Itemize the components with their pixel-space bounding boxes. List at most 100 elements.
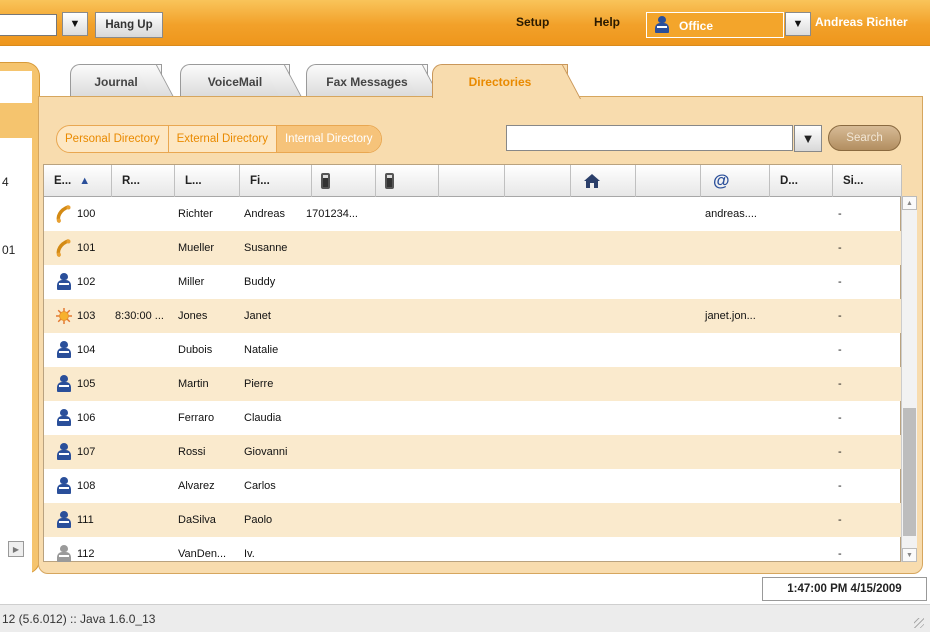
column-header-label: Fi... [250, 175, 270, 187]
resize-grip-icon[interactable] [914, 618, 924, 628]
cell-first: Susanne [244, 242, 288, 254]
directory-table: E... ▲ R... L... Fi... @ D... Si... 100 Richter A… [43, 164, 902, 562]
search-button[interactable]: Search [828, 125, 901, 151]
available-person-icon [57, 443, 71, 461]
cell-ext: 101 [77, 242, 96, 254]
cell-ext: 104 [77, 344, 96, 356]
table-row[interactable]: 101 Mueller Susanne - [44, 231, 902, 265]
cell-ext: 102 [77, 276, 96, 288]
column-header[interactable] [312, 165, 376, 197]
external-directory-tab[interactable]: External Directory [169, 126, 277, 152]
column-header[interactable]: Si... [833, 165, 902, 197]
column-header[interactable]: Fi... [240, 165, 312, 197]
current-user-name[interactable]: Andreas Richter [815, 15, 908, 29]
table-row[interactable]: 100 Richter Andreas 1701234... andreas.... - [44, 197, 902, 231]
cell-si: - [838, 446, 842, 458]
table-row[interactable]: 111 DaSilva Paolo - [44, 503, 902, 537]
column-header-label: L... [185, 175, 202, 187]
column-header[interactable]: @ [701, 165, 770, 197]
cell-last: Richter [178, 208, 213, 220]
table-row[interactable]: 107 Rossi Giovanni - [44, 435, 902, 469]
cell-last: Martin [178, 378, 209, 390]
cell-ext: 112 [77, 548, 95, 560]
offline-person-icon [57, 545, 71, 563]
left-panel-scroll-right-button[interactable]: ▶ [8, 541, 24, 557]
cell-first: Buddy [244, 276, 276, 288]
status-bar: 12 (5.6.012) :: Java 1.6.0_13 [0, 604, 930, 632]
column-header[interactable] [636, 165, 701, 197]
available-person-icon [57, 273, 71, 291]
tab-journal[interactable]: Journal [70, 64, 175, 99]
cell-si: - [838, 242, 842, 254]
column-header[interactable] [376, 165, 439, 197]
chevron-down-icon: ▼ [801, 131, 815, 146]
tab-directories[interactable]: Directories [432, 64, 581, 99]
cell-first: Natalie [244, 344, 279, 356]
cell-first: Iv. [244, 548, 255, 560]
table-row[interactable]: 102 Miller Buddy - [44, 265, 902, 299]
chevron-down-icon: ▼ [69, 18, 81, 30]
dial-dropdown-button[interactable]: ▼ [62, 12, 88, 36]
table-row[interactable]: 112 VanDen... Iv. - [44, 537, 902, 571]
search-input[interactable] [506, 125, 793, 151]
on-phone-status-icon [56, 239, 71, 257]
column-header[interactable]: E... ▲ [44, 165, 112, 197]
table-row[interactable]: 103 8:30:00 ... Jones Janet janet.jon... - [44, 299, 902, 333]
cell-si: - [838, 548, 842, 560]
left-panel-text: 4 [2, 175, 9, 189]
status-text: 12 (5.6.012) :: Java 1.6.0_13 [2, 612, 156, 626]
column-header[interactable] [439, 165, 505, 197]
top-toolbar: ▼ Hang Up Setup Help Office ▼ Andreas Ri… [0, 0, 930, 46]
cell-last: Ferraro [178, 412, 215, 424]
email-at-icon: @ [713, 171, 730, 190]
scrollbar-thumb[interactable] [903, 408, 916, 536]
column-header[interactable]: R... [112, 165, 175, 197]
table-row[interactable]: 104 Dubois Natalie - [44, 333, 902, 367]
scroll-down-arrow-icon[interactable]: ▼ [902, 548, 917, 562]
cell-first: Claudia [244, 412, 282, 424]
available-person-icon [57, 375, 71, 393]
cell-si: - [838, 310, 842, 322]
cell-first: Giovanni [244, 446, 288, 458]
table-row[interactable]: 106 Ferraro Claudia - [44, 401, 902, 435]
internal-directory-tab[interactable]: Internal Directory [276, 126, 381, 152]
table-row[interactable]: 105 Martin Pierre - [44, 367, 902, 401]
cell-ext: 107 [77, 446, 96, 458]
left-panel-field [0, 71, 32, 103]
clock-bar: 1:47:00 PM 4/15/2009 [0, 574, 930, 604]
cell-first: Andreas [244, 208, 285, 220]
available-person-icon [57, 477, 71, 495]
column-header[interactable] [571, 165, 636, 197]
cell-ext: 108 [77, 480, 96, 492]
column-header[interactable]: L... [175, 165, 240, 197]
help-link[interactable]: Help [594, 15, 620, 29]
tab-voicemail[interactable]: VoiceMail [180, 64, 303, 99]
scroll-up-arrow-icon[interactable]: ▲ [902, 196, 917, 210]
available-person-icon [57, 341, 71, 359]
cell-ext: 106 [77, 412, 96, 424]
left-panel-text: 01 [2, 243, 16, 257]
cell-ext: 111 [77, 514, 94, 526]
cell-phone: 1701234... [306, 208, 358, 220]
dial-number-input[interactable] [0, 14, 57, 36]
personal-directory-tab[interactable]: Personal Directory [57, 126, 169, 152]
location-dropdown-button[interactable]: ▼ [785, 12, 811, 36]
search-dropdown-button[interactable]: ▼ [794, 125, 822, 152]
cell-last: Miller [178, 276, 205, 288]
column-header[interactable]: D... [770, 165, 833, 197]
tab-fax-messages[interactable]: Fax Messages [306, 64, 441, 99]
cell-last: DaSilva [178, 514, 216, 526]
tab-label: VoiceMail [207, 74, 263, 89]
tab-label: Fax Messages [326, 74, 408, 89]
tab-label: Directories [468, 74, 532, 89]
cell-first: Carlos [244, 480, 276, 492]
cell-si: - [838, 514, 842, 526]
table-row[interactable]: 108 Alvarez Carlos - [44, 469, 902, 503]
column-header-label: R... [122, 175, 140, 187]
hang-up-button[interactable]: Hang Up [95, 12, 163, 38]
cell-last: Jones [178, 310, 208, 322]
setup-link[interactable]: Setup [516, 15, 549, 29]
table-vertical-scrollbar[interactable]: ▲ ▼ [901, 196, 917, 562]
column-header[interactable] [505, 165, 571, 197]
location-selector[interactable]: Office [646, 12, 784, 38]
